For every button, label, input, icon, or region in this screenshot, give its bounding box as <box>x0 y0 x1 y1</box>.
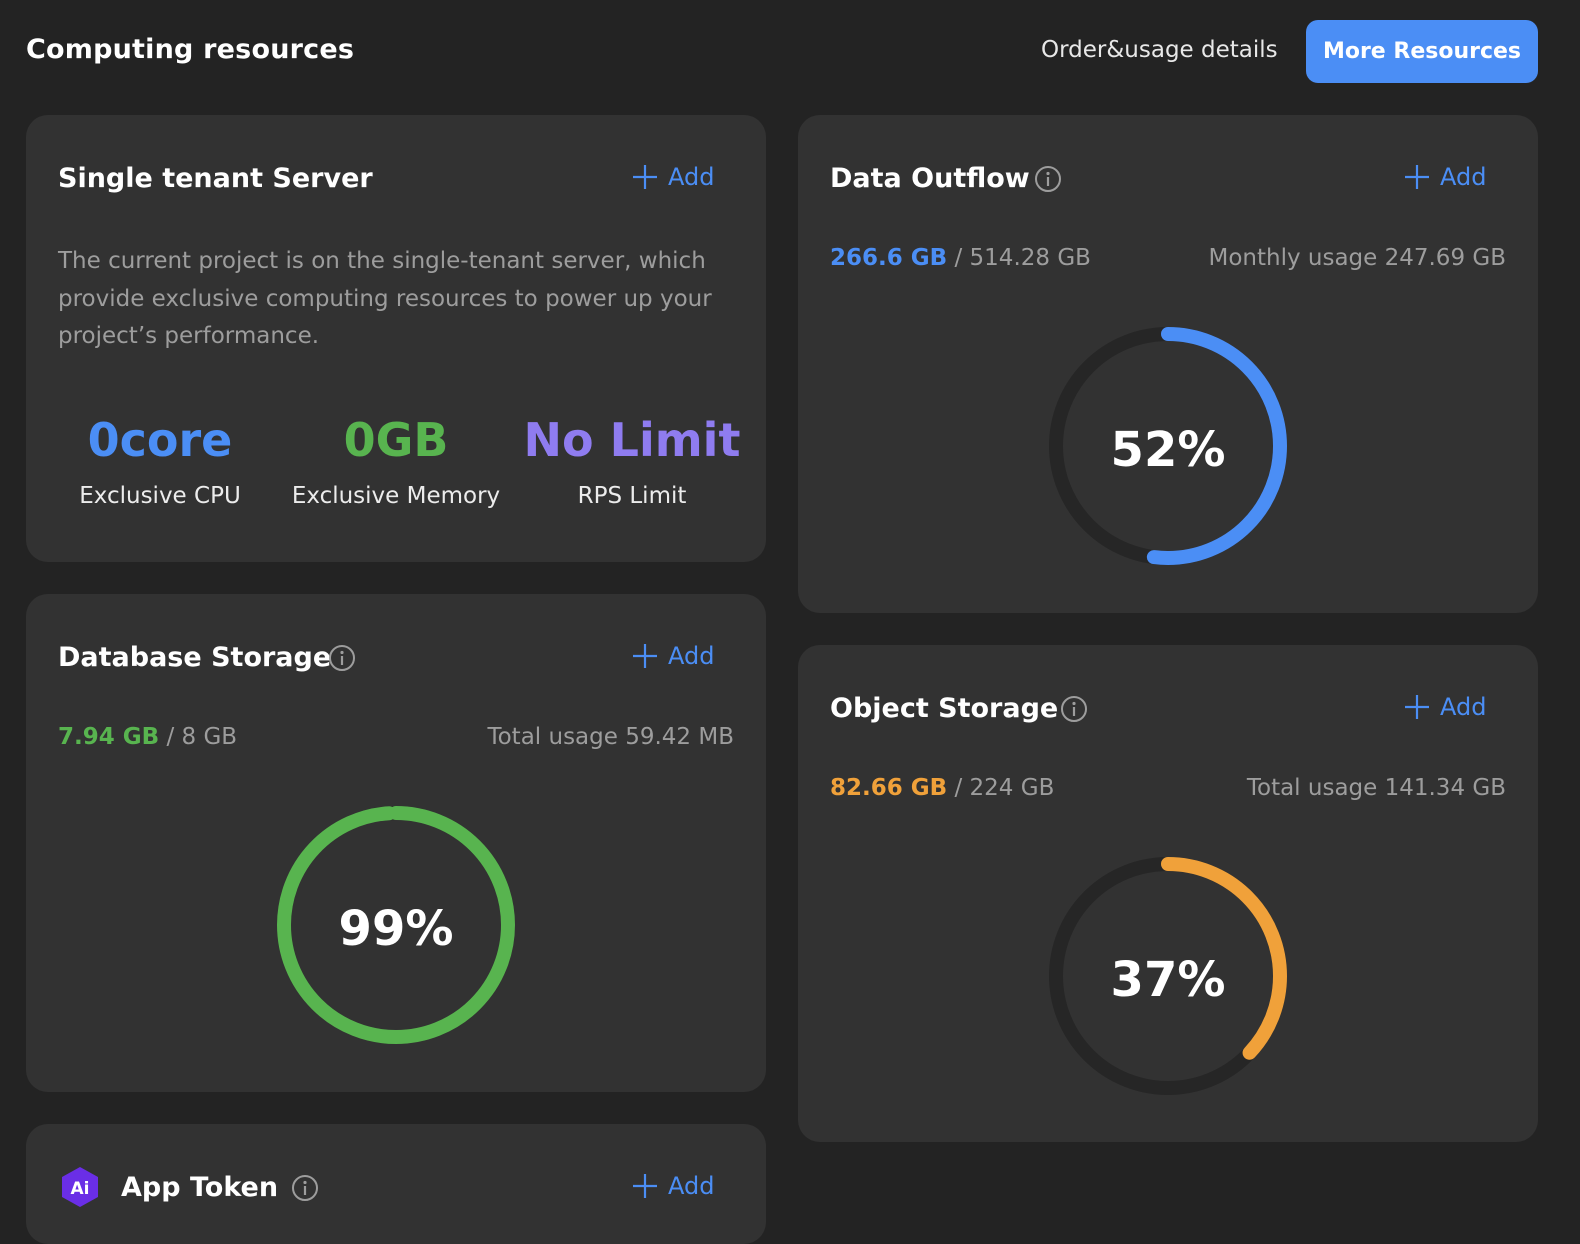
card-title: Single tenant Server <box>58 163 373 194</box>
card-title: App Token <box>121 1172 279 1203</box>
add-object-storage-button[interactable]: Add <box>1404 693 1486 721</box>
plus-icon <box>633 1174 657 1198</box>
app-token-logo-icon: Ai <box>62 1167 98 1207</box>
metric-label: RPS Limit <box>577 483 687 509</box>
metric-label: Exclusive Memory <box>291 483 501 509</box>
metric-label: Exclusive CPU <box>79 483 241 509</box>
usage-summary: 7.94 GB / 8 GB <box>58 724 237 750</box>
more-resources-button[interactable]: More Resources <box>1306 20 1538 83</box>
data-outflow-card: Data Outflow Add 266.6 GB / 514.28 GB Mo… <box>798 115 1538 613</box>
metric-rps-limit: No Limit RPS Limit <box>512 411 752 509</box>
metric-value: 0GB <box>343 413 449 467</box>
used-amount: 266.6 GB <box>830 245 948 271</box>
object-storage-card: Object Storage Add 82.66 GB / 224 GB Tot… <box>798 645 1538 1142</box>
info-icon[interactable] <box>1060 695 1088 723</box>
percent-label: 99% <box>338 901 454 957</box>
metric-value: 0core <box>87 413 233 467</box>
info-icon[interactable] <box>291 1174 319 1202</box>
percent-label: 52% <box>1110 422 1226 478</box>
info-icon[interactable] <box>328 644 356 672</box>
usage-ring: 37% <box>1048 856 1288 1096</box>
capacity-amount: / 8 GB <box>166 724 238 750</box>
plus-icon <box>1405 695 1429 719</box>
add-app-token-button[interactable]: Add <box>632 1172 714 1200</box>
app-token-card: Ai App Token Add <box>26 1124 766 1244</box>
plus-icon <box>633 165 657 189</box>
usage-summary: 266.6 GB / 514.28 GB <box>830 245 1091 271</box>
order-usage-details-link[interactable]: Order&usage details <box>1041 37 1278 63</box>
add-label: Add <box>668 642 715 670</box>
metric-value: No Limit <box>523 413 741 467</box>
used-amount: 82.66 GB <box>830 775 948 801</box>
add-database-storage-button[interactable]: Add <box>632 642 714 670</box>
capacity-amount: / 224 GB <box>954 775 1055 801</box>
add-label: Add <box>668 163 715 191</box>
add-single-tenant-button[interactable]: Add <box>632 163 714 191</box>
page-title: Computing resources <box>26 34 355 65</box>
plus-icon <box>633 644 657 668</box>
add-label: Add <box>1440 163 1487 191</box>
metric-exclusive-memory: 0GB Exclusive Memory <box>276 411 516 509</box>
single-tenant-server-card: Single tenant Server Add The current pro… <box>26 115 766 562</box>
info-icon[interactable] <box>1034 165 1062 193</box>
used-amount: 7.94 GB <box>58 724 160 750</box>
card-title: Data Outflow <box>830 163 1030 194</box>
svg-text:Ai: Ai <box>71 1179 90 1199</box>
add-label: Add <box>668 1172 715 1200</box>
usage-ring: 52% <box>1048 326 1288 566</box>
capacity-amount: / 514.28 GB <box>954 245 1091 271</box>
top-bar: Computing resources Order&usage details … <box>0 0 1580 100</box>
metric-exclusive-cpu: 0core Exclusive CPU <box>40 411 280 509</box>
total-usage: Total usage 141.34 GB <box>1246 775 1506 801</box>
usage-summary: 82.66 GB / 224 GB <box>830 775 1054 801</box>
usage-ring: 99% <box>276 805 516 1045</box>
plus-icon <box>1405 165 1429 189</box>
database-storage-card: Database Storage Add 7.94 GB / 8 GB Tota… <box>26 594 766 1092</box>
card-title: Database Storage <box>58 642 332 673</box>
single-tenant-description: The current project is on the single-ten… <box>58 248 712 349</box>
add-label: Add <box>1440 693 1487 721</box>
card-title: Object Storage <box>830 693 1059 724</box>
add-data-outflow-button[interactable]: Add <box>1404 163 1486 191</box>
percent-label: 37% <box>1110 952 1226 1008</box>
monthly-usage: Monthly usage 247.69 GB <box>1208 245 1506 271</box>
total-usage: Total usage 59.42 MB <box>487 724 734 750</box>
